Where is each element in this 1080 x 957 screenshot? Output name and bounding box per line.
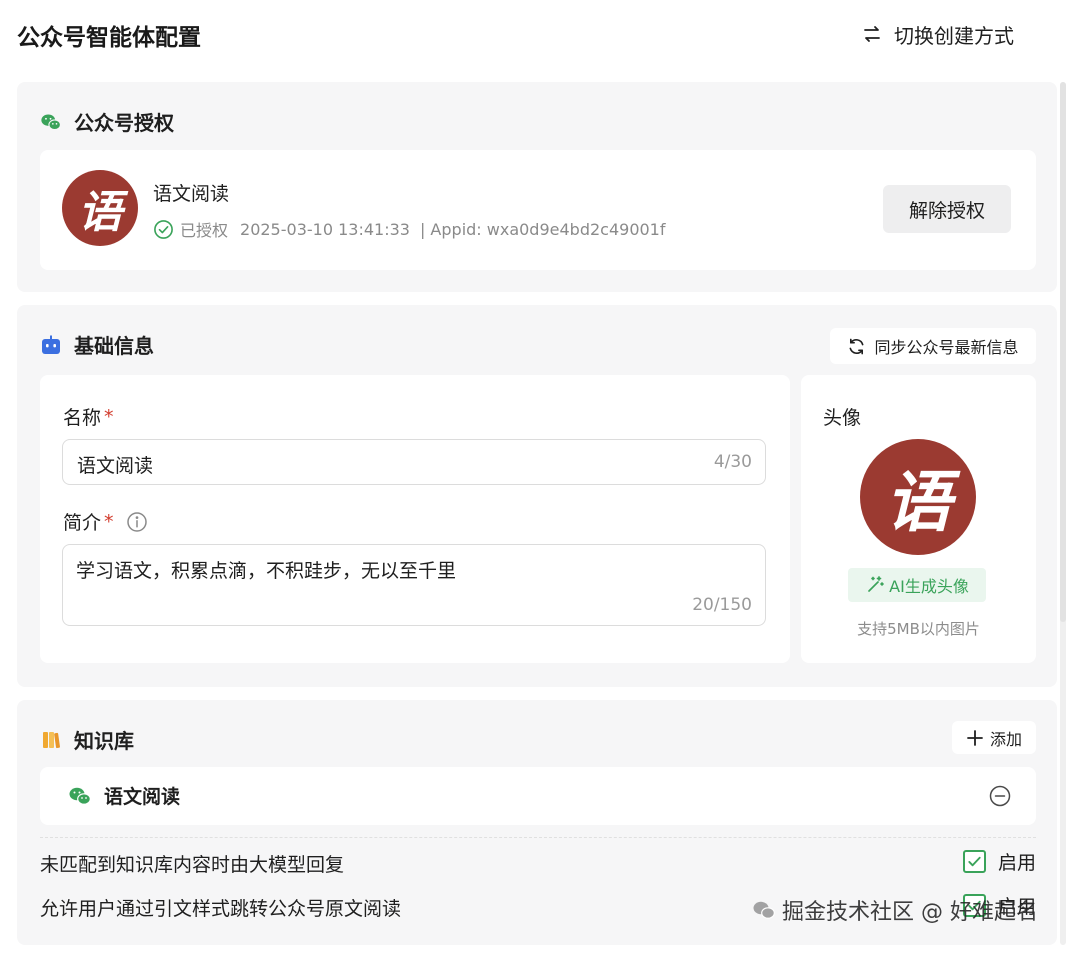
account-card: 语 语文阅读 已授权 2025-03-10 13:41:33 | Appid: … xyxy=(40,150,1036,270)
intro-char-counter: 20/150 xyxy=(692,595,752,615)
name-input-value: 语文阅读 xyxy=(77,455,154,477)
sync-account-info-button[interactable]: 同步公众号最新信息 xyxy=(830,328,1036,364)
option-label: 允许用户通过引文样式跳转公众号原文阅读 xyxy=(40,898,402,920)
enable-toggle[interactable]: 启用 xyxy=(962,848,1036,875)
account-name: 语文阅读 xyxy=(153,183,230,205)
switch-creation-mode-button[interactable]: 切换创建方式 xyxy=(862,18,1014,50)
revoke-authorization-button[interactable]: 解除授权 xyxy=(883,185,1011,233)
knowledge-item-title: 语文阅读 xyxy=(68,782,180,809)
plus-icon xyxy=(967,729,983,746)
account-avatar: 语 xyxy=(62,170,138,246)
ai-generate-avatar-button[interactable]: AI生成头像 xyxy=(848,568,986,602)
name-required-mark: * xyxy=(104,405,114,428)
basic-form-card: 名称 * 语文阅读 4/30 简介 * 学习语文，积累点滴，不积跬步，无以至千里… xyxy=(40,375,790,663)
profile-avatar[interactable]: 语 xyxy=(860,439,976,555)
info-icon[interactable] xyxy=(126,511,148,533)
watermark-text: 掘金技术社区 @ 好难起名 xyxy=(782,900,1038,925)
intro-required-mark: * xyxy=(104,510,114,533)
page-title: 公众号智能体配置 xyxy=(17,25,201,51)
wechat-icon xyxy=(753,901,775,919)
name-label-text: 名称 xyxy=(63,407,102,429)
authorization-section-title: 公众号授权 xyxy=(74,111,174,135)
auth-timestamp: 2025-03-10 13:41:33 xyxy=(240,219,410,239)
scrollbar-thumb[interactable] xyxy=(1060,82,1066,622)
intro-textarea-value: 学习语文，积累点滴，不积跬步，无以至千里 xyxy=(76,560,457,582)
authorization-section: 公众号授权 语 语文阅读 已授权 2025-03-10 13:41:33 | A… xyxy=(17,82,1057,292)
add-knowledge-button[interactable]: 添加 xyxy=(952,721,1036,754)
check-circle-icon xyxy=(154,219,173,239)
intro-label-text: 简介 xyxy=(63,512,102,534)
intro-textarea[interactable]: 学习语文，积累点滴，不积跬步，无以至千里 20/150 xyxy=(62,544,766,626)
ai-generate-avatar-label: AI生成头像 xyxy=(889,577,969,596)
avatar-size-hint: 支持5MB以内图片 xyxy=(857,620,980,638)
account-meta: 已授权 2025-03-10 13:41:33 | Appid: wxa0d9e… xyxy=(153,217,665,241)
auth-appid: | Appid: wxa0d9e4bd2c49001f xyxy=(419,219,666,239)
knowledge-base-section-title: 知识库 xyxy=(74,729,134,753)
basic-info-section-title: 基础信息 xyxy=(74,334,154,358)
books-icon xyxy=(43,731,60,748)
enable-label: 启用 xyxy=(997,852,1036,874)
switch-creation-mode-label: 切换创建方式 xyxy=(894,23,1014,48)
divider xyxy=(40,837,1036,838)
profile-avatar-glyph: 语 xyxy=(885,463,951,541)
checkmark-icon xyxy=(968,856,981,867)
refresh-icon xyxy=(850,338,864,354)
intro-field-label: 简介 * xyxy=(63,508,148,535)
minus-circle-icon[interactable] xyxy=(989,785,1011,807)
avatar-label: 头像 xyxy=(823,407,862,429)
sync-account-info-label: 同步公众号最新信息 xyxy=(874,338,1019,357)
swap-arrows-icon xyxy=(864,26,880,42)
top-bar: 公众号智能体配置 切换创建方式 xyxy=(0,0,1080,70)
name-field-label: 名称 * xyxy=(63,403,114,430)
authorization-section-header: 公众号授权 xyxy=(40,107,174,136)
avatar-card: 头像 语 AI生成头像 支持5MB以内图片 xyxy=(801,375,1036,663)
wechat-icon xyxy=(41,113,61,130)
account-avatar-glyph: 语 xyxy=(78,187,122,238)
magic-wand-icon xyxy=(868,576,885,592)
robot-icon xyxy=(42,335,60,354)
basic-info-section: 基础信息 同步公众号最新信息 名称 * 语文阅读 4/30 简介 * 学习语文，… xyxy=(17,305,1057,687)
option-label: 未匹配到知识库内容时由大模型回复 xyxy=(40,854,345,876)
knowledge-item-label: 语文阅读 xyxy=(104,786,181,808)
watermark: 掘金技术社区 @ 好难起名 xyxy=(752,894,1038,926)
name-char-counter: 4/30 xyxy=(713,452,752,472)
knowledge-base-section-header: 知识库 xyxy=(40,725,134,754)
enable-checkbox[interactable] xyxy=(962,850,986,873)
option-row-fallback-llm: 未匹配到知识库内容时由大模型回复 启用 xyxy=(40,848,1036,878)
basic-info-section-header: 基础信息 xyxy=(40,330,154,359)
add-knowledge-label: 添加 xyxy=(989,729,1022,749)
auth-status: 已授权 xyxy=(180,221,229,240)
knowledge-item: 语文阅读 xyxy=(40,767,1036,825)
wechat-icon xyxy=(69,787,91,805)
name-input[interactable]: 语文阅读 4/30 xyxy=(62,439,766,485)
